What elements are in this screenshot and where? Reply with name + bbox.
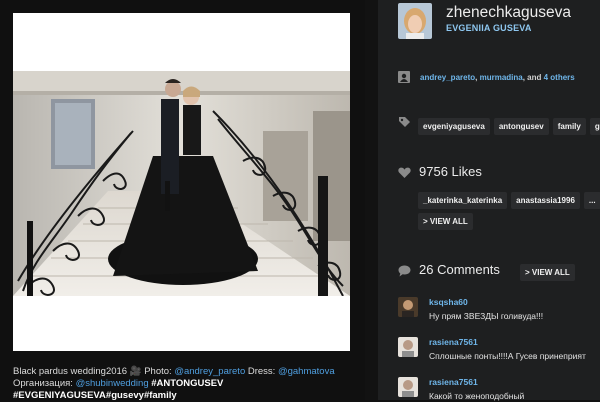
post-info-panel: zhenechkaguseva EVGENIIA GUSEVA andrey_p… — [378, 0, 600, 401]
caption-org-label: Организация: — [13, 378, 76, 389]
caption-dress-label: Dress: — [245, 366, 278, 377]
commenter-avatar[interactable] — [398, 377, 418, 397]
tag-chip[interactable]: family — [552, 118, 586, 135]
caption-hashtag-antongusev[interactable]: #ANTONGUSEV — [149, 378, 223, 389]
likes-view-all-button[interactable]: > VIEW ALL — [418, 211, 477, 230]
tagged-user-link[interactable]: murmadina — [480, 73, 523, 82]
comments-view-all-button[interactable]: > VIEW ALL — [520, 262, 579, 281]
profile-fullname: EVGENIIA GUSEVA — [446, 23, 532, 33]
liker-chip[interactable]: _katerinka_katerinka — [418, 192, 508, 209]
tagged-people-icon — [398, 70, 410, 88]
caption-hashtags[interactable]: #EVGENIYAGUSEVA#gusevy#family — [13, 390, 177, 401]
commenter-username[interactable]: ksqsha60 — [429, 297, 468, 307]
caption-photographer-link[interactable]: @andrey_pareto — [174, 366, 245, 377]
people-and: , and — [522, 73, 544, 82]
profile-username[interactable]: zhenechkaguseva — [446, 4, 571, 22]
post-caption: Black pardus wedding2016 🎥 Photo: @andre… — [13, 366, 358, 402]
wedding-photo-image — [13, 71, 350, 296]
comment-text: Ну прям ЗВЕЗДЫ голивуда!!! — [429, 311, 544, 321]
liker-chip[interactable]: ... — [583, 192, 600, 209]
caption-org-link[interactable]: @shubinwedding — [76, 378, 149, 389]
tagged-user-link[interactable]: andrey_pareto — [420, 73, 475, 82]
likers-list: _katerinka_katerinka anastassia1996... — [418, 190, 600, 209]
tag-chip[interactable]: gu — [589, 118, 600, 135]
heart-icon — [398, 166, 411, 184]
likes-view-all-label[interactable]: > VIEW ALL — [418, 213, 473, 230]
tagged-others-link[interactable]: 4 others — [544, 73, 575, 82]
post-media-panel: Black pardus wedding2016 🎥 Photo: @andre… — [0, 0, 365, 402]
commenter-username[interactable]: rasiena7561 — [429, 377, 478, 387]
tag-chip[interactable]: antongusev — [493, 118, 549, 135]
tag-icon — [398, 116, 411, 134]
commenter-avatar[interactable] — [398, 337, 418, 357]
photo-card — [13, 13, 350, 351]
tagged-people: andrey_pareto, murmadina, and 4 others — [420, 73, 575, 82]
liker-chip[interactable]: anastassia1996 — [511, 192, 580, 209]
caption-text: Black pardus wedding2016 — [13, 366, 130, 377]
tag-chip[interactable]: evgeniyaguseva — [418, 118, 490, 135]
comments-count: 26 Comments — [419, 262, 500, 277]
caption-dress-link[interactable]: @gahmatova — [278, 366, 335, 377]
avatar-image — [398, 3, 432, 39]
profile-avatar[interactable] — [398, 3, 432, 39]
tag-list: evgeniyagusevaantongusevfamilygu — [418, 116, 600, 135]
likes-count: 9756 Likes — [419, 164, 482, 179]
comment-text: Сплошные понты!!!!А Гусев принеприят — [429, 351, 586, 361]
comments-view-all-label[interactable]: > VIEW ALL — [520, 264, 575, 281]
commenter-username[interactable]: rasiena7561 — [429, 337, 478, 347]
post-photo[interactable] — [13, 71, 350, 296]
comment-bubble-icon — [398, 264, 411, 282]
caption-photo-label: Photo: — [141, 366, 175, 377]
commenter-avatar[interactable] — [398, 297, 418, 317]
video-camera-icon: 🎥 — [129, 366, 142, 377]
